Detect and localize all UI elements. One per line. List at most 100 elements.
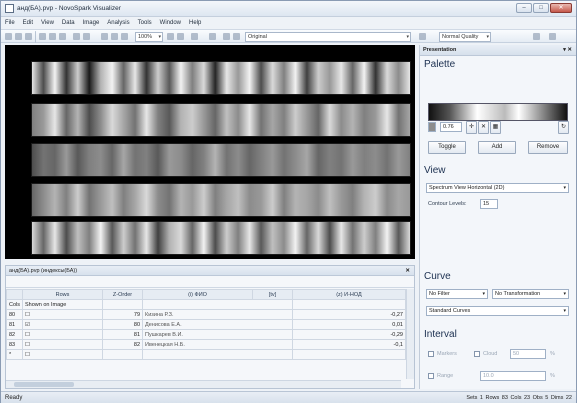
open-folder-icon[interactable] (15, 33, 22, 40)
undo-icon[interactable] (73, 33, 80, 40)
options-icon[interactable] (549, 33, 556, 40)
value-cell: -0,27 (292, 309, 406, 320)
fit-icon[interactable] (191, 33, 198, 40)
sort-desc-icon[interactable] (233, 33, 240, 40)
menu-tools[interactable]: Tools (138, 18, 152, 29)
shown-checkbox[interactable]: ☑ (22, 319, 104, 330)
table-row[interactable]: * ☐ (5, 349, 406, 360)
user-icon[interactable] (533, 33, 540, 40)
zoom-out-icon[interactable] (177, 33, 184, 40)
table-row[interactable]: 82 ☐ 81 Пушкарев В.И. -0,29 (5, 329, 406, 340)
strip-2[interactable] (31, 103, 411, 137)
main-toolbar: 100% ▾ Original ▾ Normal Quality ▾ (1, 29, 576, 43)
close-icon[interactable]: ✕ (405, 266, 410, 276)
sort-asc-icon[interactable] (223, 33, 230, 40)
table-row[interactable]: 80 ☐ 79 Кизина Р.З. -0,27 (5, 309, 406, 320)
column-header[interactable]: (z) И-НОД (292, 289, 406, 300)
cloud-input[interactable]: 50 (510, 349, 546, 359)
shown-checkbox[interactable]: ☐ (22, 349, 104, 360)
ordering-select[interactable]: Original ▾ (245, 32, 411, 42)
table-row[interactable]: Cols Shown on Image (5, 299, 406, 310)
column-header[interactable] (5, 289, 24, 300)
contour-levels-input[interactable]: 15 (480, 199, 498, 209)
scrollbar-thumb[interactable] (14, 382, 74, 387)
value-cell: 0,01 (292, 319, 406, 330)
menu-analysis[interactable]: Analysis (107, 18, 129, 29)
spectrum-viewport[interactable] (5, 45, 415, 259)
menu-data[interactable]: Data (62, 18, 75, 29)
cut-icon[interactable] (39, 33, 46, 40)
name-cell: Денисова Е.А. (142, 319, 294, 330)
vertical-scrollbar[interactable] (406, 289, 414, 379)
menu-image[interactable]: Image (83, 18, 100, 29)
name-cell: Ивенецкая Н.Б. (142, 339, 294, 350)
maximize-button[interactable]: □ (533, 3, 549, 13)
palette-tool-icon[interactable] (419, 33, 426, 40)
zoom-in-icon[interactable] (167, 33, 174, 40)
strip-1[interactable] (31, 61, 411, 95)
redo-icon[interactable] (83, 33, 90, 40)
value-cell: -0,29 (292, 329, 406, 340)
pane-pin-close-icon[interactable]: ▾ ✕ (563, 45, 572, 56)
minimize-button[interactable]: – (516, 3, 532, 13)
strip-5[interactable] (31, 221, 411, 255)
strip-4[interactable] (31, 183, 411, 217)
z-order-cell: 80 (102, 319, 144, 330)
markers-checkbox[interactable] (428, 351, 434, 357)
table-row[interactable]: 83 ☐ 82 Ивенецкая Н.Б. -0,1 (5, 339, 406, 350)
palette-gradient[interactable] (428, 103, 568, 121)
shown-checkbox[interactable]: ☐ (22, 329, 104, 340)
view-mode-select[interactable]: Spectrum View Horizontal (2D) ▾ (426, 183, 569, 193)
column-icon[interactable] (209, 33, 216, 40)
toggle-button[interactable]: Toggle (428, 141, 466, 154)
zoom-select[interactable]: 100% ▾ (135, 32, 163, 42)
reset-palette-icon[interactable]: ↻ (558, 121, 569, 134)
menu-view[interactable]: View (41, 18, 54, 29)
copy-icon[interactable] (49, 33, 56, 40)
status-bar: Ready Sets 1 Rows 83 Cols 23 Obs 5 Dims … (1, 391, 576, 403)
menu-window[interactable]: Window (160, 18, 181, 29)
filter-select[interactable]: No Filter ▾ (426, 289, 488, 299)
find-icon[interactable] (121, 33, 128, 40)
horizontal-scrollbar[interactable] (6, 380, 401, 388)
strip-3[interactable] (31, 143, 411, 177)
print-icon[interactable] (111, 33, 118, 40)
palette-color-swatch[interactable] (428, 122, 436, 132)
column-header[interactable]: Rows (22, 289, 104, 300)
cloud-checkbox[interactable] (474, 351, 480, 357)
remove-button[interactable]: Remove (528, 141, 568, 154)
palette-position-input[interactable]: 0.76 (440, 122, 462, 132)
menu-edit[interactable]: Edit (23, 18, 33, 29)
range-label: Range (437, 373, 454, 379)
add-stop-icon[interactable]: ✛ (466, 121, 477, 134)
close-button[interactable]: ✕ (550, 3, 572, 13)
transformation-select[interactable]: No Transformation ▾ (492, 289, 569, 299)
title-bar[interactable]: анд(БА).pvp - NovoSpark Visualizer – □ ✕ (1, 1, 576, 17)
presentation-pane: Presentation ▾ ✕ Palette 0.76 ✛ ✕ ▦ ↻ To… (419, 45, 576, 389)
export-icon[interactable] (101, 33, 108, 40)
shown-checkbox[interactable]: ☐ (22, 339, 104, 350)
new-file-icon[interactable] (5, 33, 12, 40)
paste-icon[interactable] (59, 33, 66, 40)
save-icon[interactable] (25, 33, 32, 40)
column-header[interactable]: Z-Order (102, 289, 144, 300)
column-header[interactable]: (i) ФИО (142, 289, 254, 300)
menu-file[interactable]: File (5, 18, 15, 29)
chevron-down-icon: ▾ (563, 185, 566, 191)
z-order-cell (102, 299, 144, 310)
column-header[interactable]: [tv] (252, 289, 294, 300)
contour-levels-label: Contour Levels: (428, 201, 467, 207)
grid-icon[interactable]: ▦ (490, 121, 501, 134)
range-checkbox[interactable] (428, 373, 434, 379)
curves-select[interactable]: Standard Curves ▾ (426, 306, 569, 316)
window-controls: – □ ✕ (516, 3, 572, 13)
add-button[interactable]: Add (478, 141, 516, 154)
menu-help[interactable]: Help (189, 18, 201, 29)
value-cell (292, 349, 406, 360)
table-row[interactable]: 81 ☑ 80 Денисова Е.А. 0,01 (5, 319, 406, 330)
range-input[interactable]: 10.0 (480, 371, 546, 381)
quality-select[interactable]: Normal Quality ▾ (439, 32, 491, 42)
palette-section-title: Palette (424, 59, 456, 70)
delete-stop-icon[interactable]: ✕ (478, 121, 489, 134)
shown-checkbox[interactable]: ☐ (22, 309, 104, 320)
